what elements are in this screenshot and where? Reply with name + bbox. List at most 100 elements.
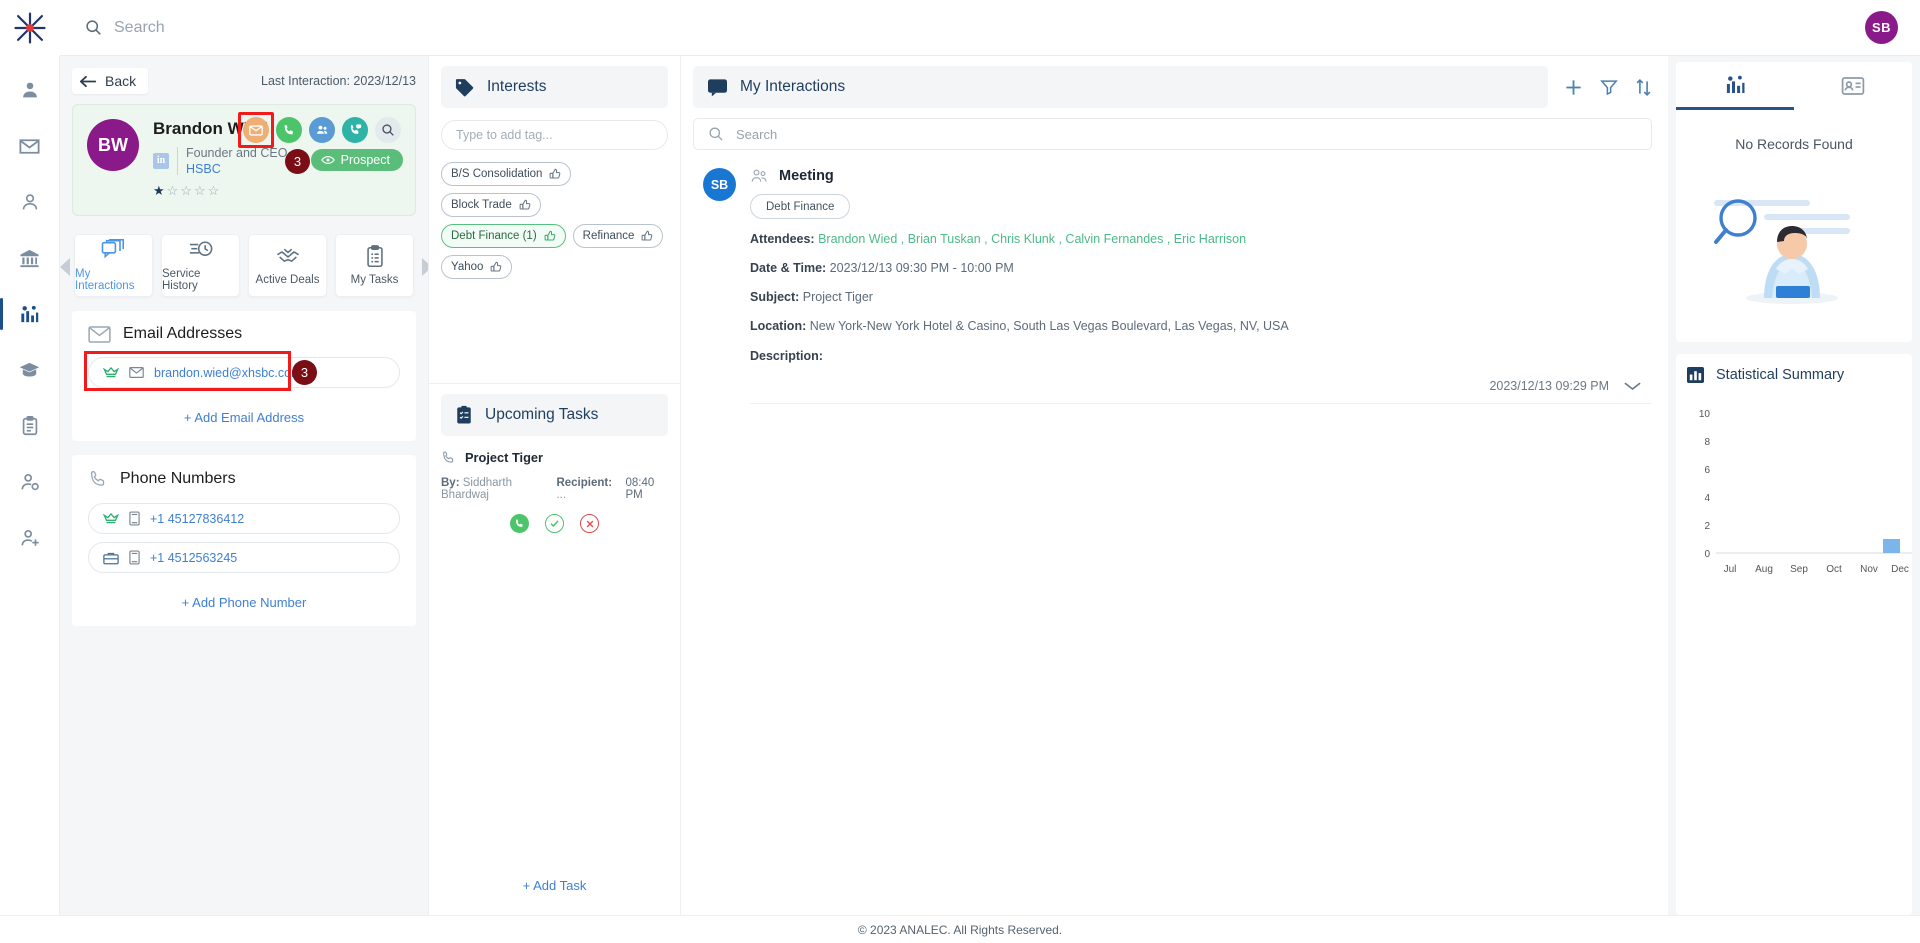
search-icon bbox=[85, 19, 102, 36]
tab-label: My Tasks bbox=[350, 274, 399, 287]
task-cancel-button[interactable] bbox=[580, 514, 599, 533]
tag-label: Refinance bbox=[582, 230, 635, 242]
tab-my-interactions[interactable]: My Interactions bbox=[74, 234, 153, 298]
add-task-button[interactable]: + Add Task bbox=[429, 878, 680, 915]
thumbs-up-icon[interactable] bbox=[549, 168, 561, 180]
analec-logo-icon bbox=[14, 11, 46, 44]
task-call-button[interactable] bbox=[510, 514, 529, 533]
envelope-icon bbox=[129, 367, 144, 379]
right-panel-card: No Records Found bbox=[1676, 62, 1912, 342]
linkedin-icon[interactable]: in bbox=[153, 152, 169, 169]
back-label: Back bbox=[105, 73, 137, 89]
contact-column: Back Last Interaction: 2023/12/13 BW Bra… bbox=[60, 56, 428, 915]
tag-input[interactable]: Type to add tag... bbox=[441, 120, 668, 150]
history-clock-icon bbox=[188, 239, 214, 263]
task-meta: By: Siddharth Bhardwaj Recipient: ... 08… bbox=[441, 477, 668, 501]
add-phone-number-button[interactable]: + Add Phone Number bbox=[88, 595, 400, 610]
tab-contacts[interactable] bbox=[1794, 62, 1912, 110]
svg-text:Sep: Sep bbox=[1790, 564, 1808, 575]
status-badge[interactable]: Prospect bbox=[310, 149, 403, 171]
sidebar-item-institution[interactable] bbox=[8, 238, 52, 278]
close-icon bbox=[586, 520, 593, 527]
global-search[interactable]: Search bbox=[85, 19, 1865, 37]
add-email-address-button[interactable]: + Add Email Address bbox=[88, 410, 400, 425]
sidebar-item-email[interactable] bbox=[8, 126, 52, 166]
call-action-button[interactable] bbox=[276, 117, 302, 143]
task-name: Project Tiger bbox=[465, 450, 543, 465]
user-icon bbox=[19, 191, 41, 213]
email-value-pill[interactable]: brandon.wied@xhsbc.com bbox=[88, 357, 400, 389]
interaction-item[interactable]: SB Meeting Debt Finance Attendees: Brand… bbox=[703, 168, 1652, 404]
contact-avatar: BW bbox=[87, 119, 139, 171]
datetime-label: Date & Time: bbox=[750, 261, 827, 276]
tabs-scroll-right-icon[interactable] bbox=[422, 258, 428, 277]
interest-tag[interactable]: Block Trade bbox=[441, 193, 541, 217]
panel-title: Upcoming Tasks bbox=[485, 406, 599, 423]
back-button[interactable]: Back bbox=[72, 68, 149, 94]
divider bbox=[750, 402, 1652, 404]
chart-people-icon bbox=[1723, 73, 1748, 97]
plus-icon[interactable] bbox=[1564, 78, 1583, 97]
thumbs-up-icon[interactable] bbox=[490, 261, 502, 273]
thumbs-up-icon[interactable] bbox=[641, 230, 653, 242]
person-icon bbox=[19, 79, 41, 101]
app-logo[interactable] bbox=[0, 0, 60, 56]
interest-tag[interactable]: B/S Consolidation bbox=[441, 162, 572, 186]
interest-tag[interactable]: Yahoo bbox=[441, 255, 513, 279]
thumbs-up-icon[interactable] bbox=[519, 199, 531, 211]
clipboard-list-icon bbox=[364, 245, 386, 269]
tag-icon bbox=[455, 78, 475, 97]
interaction-tag[interactable]: Debt Finance bbox=[750, 194, 851, 219]
email-action-button[interactable] bbox=[243, 117, 269, 143]
sidebar-item-research[interactable] bbox=[8, 350, 52, 390]
task-complete-button[interactable] bbox=[545, 514, 564, 533]
interactions-search-placeholder: Search bbox=[736, 126, 778, 142]
phone-number-text: +1 45127836412 bbox=[150, 511, 245, 526]
statistical-summary-header: Statistical Summary bbox=[1686, 366, 1902, 384]
interactions-list: SB Meeting Debt Finance Attendees: Brand… bbox=[681, 150, 1668, 915]
contact-organization[interactable]: HSBC bbox=[186, 162, 221, 176]
tab-my-tasks[interactable]: My Tasks bbox=[335, 234, 414, 298]
user-avatar[interactable]: SB bbox=[1865, 11, 1898, 44]
contact-rating[interactable]: ★ ☆ ☆ ☆ ☆ bbox=[153, 183, 287, 199]
right-panel-tabs bbox=[1676, 62, 1912, 110]
svg-text:6: 6 bbox=[1704, 465, 1710, 476]
task-recipient-label: Recipient: bbox=[556, 477, 613, 489]
chevron-down-icon[interactable] bbox=[1623, 380, 1642, 392]
interest-tag[interactable]: Refinance bbox=[572, 224, 664, 248]
phone-value-pill[interactable]: +1 4512563245 bbox=[88, 542, 400, 574]
attendees-value[interactable]: Brandon Wied , Brian Tuskan , Chris Klun… bbox=[818, 232, 1246, 246]
attendees-label: Attendees: bbox=[750, 232, 815, 246]
copyright-text: © 2023 ANALEC. All Rights Reserved. bbox=[857, 922, 1063, 937]
phone-value-pill[interactable]: +1 45127836412 bbox=[88, 503, 400, 535]
interactions-search-input[interactable]: Search bbox=[693, 118, 1652, 150]
sidebar-item-user-settings[interactable] bbox=[8, 462, 52, 502]
breadcrumb: Back Last Interaction: 2023/12/13 bbox=[72, 64, 416, 98]
empty-state-text: No Records Found bbox=[1735, 136, 1853, 152]
sidebar-item-contacts[interactable] bbox=[8, 70, 52, 110]
tabs-scroll-left-icon[interactable] bbox=[60, 258, 70, 277]
panel-title: My Interactions bbox=[740, 78, 846, 95]
contact-search-button[interactable] bbox=[375, 117, 401, 143]
svg-text:Dec: Dec bbox=[1891, 564, 1909, 575]
tab-service-history[interactable]: Service History bbox=[161, 234, 240, 298]
meeting-action-button[interactable] bbox=[309, 117, 335, 143]
interaction-footer: 2023/12/13 09:29 PM bbox=[750, 379, 1652, 393]
call-log-action-button[interactable] bbox=[342, 117, 368, 143]
interest-tag-selected[interactable]: Debt Finance (1) bbox=[441, 224, 566, 248]
sidebar-item-tasks[interactable] bbox=[8, 406, 52, 446]
filter-icon[interactable] bbox=[1600, 78, 1618, 96]
sidebar-item-profile[interactable] bbox=[8, 182, 52, 222]
sort-icon[interactable] bbox=[1635, 78, 1652, 97]
sidebar-item-analytics[interactable] bbox=[0, 294, 52, 334]
tab-analytics[interactable] bbox=[1676, 62, 1794, 110]
envelope-icon bbox=[88, 325, 111, 343]
svg-text:8: 8 bbox=[1704, 437, 1710, 448]
sidebar-item-add-user[interactable] bbox=[8, 518, 52, 558]
task-item[interactable]: Project Tiger bbox=[441, 450, 668, 465]
thumbs-up-icon[interactable] bbox=[544, 230, 556, 242]
user-add-icon bbox=[19, 527, 41, 549]
panel-title: Statistical Summary bbox=[1716, 367, 1845, 383]
svg-text:2: 2 bbox=[1704, 521, 1710, 532]
tab-active-deals[interactable]: Active Deals bbox=[248, 234, 327, 298]
